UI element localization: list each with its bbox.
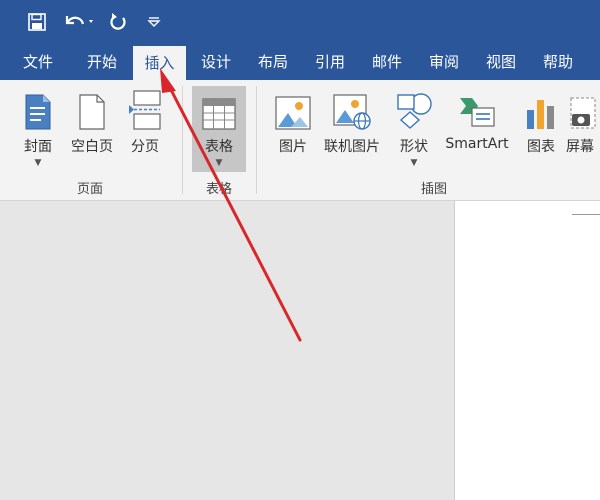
document-page[interactable] (454, 201, 600, 500)
ribbon-tabs: 文件 开始 插入 设计 布局 引用 邮件 审阅 视图 帮助 (0, 44, 600, 80)
page-break-icon (128, 86, 162, 130)
chevron-down-icon: ▼ (34, 158, 42, 168)
tab-design[interactable]: 设计 (190, 44, 242, 80)
camera-icon (566, 86, 596, 130)
table-icon (202, 86, 236, 130)
shapes-button[interactable]: 形状 ▼ (392, 86, 436, 168)
customize-dropdown-icon[interactable] (144, 10, 164, 34)
cover-page-button[interactable]: 封面 ▼ (16, 86, 60, 168)
chart-label: 图表 (527, 139, 555, 155)
cover-page-label: 封面 (24, 139, 52, 155)
table-button[interactable]: 表格 ▼ (192, 86, 246, 168)
pictures-button[interactable]: 图片 (270, 86, 316, 156)
online-pictures-button[interactable]: 联机图片 (320, 86, 384, 156)
screenshot-label: 屏幕 (566, 139, 594, 155)
tab-help[interactable]: 帮助 (532, 44, 584, 80)
tab-review[interactable]: 审阅 (418, 44, 470, 80)
group-separator (256, 86, 257, 194)
screenshot-button[interactable]: 屏幕 (566, 86, 600, 156)
chart-button[interactable]: 图表 (520, 86, 562, 156)
tab-view[interactable]: 视图 (475, 44, 527, 80)
tab-mailings[interactable]: 邮件 (361, 44, 413, 80)
pictures-label: 图片 (279, 139, 307, 155)
group-label-illustrations: 插图 (420, 182, 447, 197)
tab-home[interactable]: 开始 (76, 44, 128, 80)
picture-icon (275, 86, 311, 130)
cover-page-icon (25, 86, 51, 130)
ribbon-panel: 封面 ▼ 空白页 分页 页面 表格 ▼ 表格 图片 联机图片 形状 ▼ Smar… (0, 80, 600, 201)
tab-references[interactable]: 引用 (304, 44, 356, 80)
save-icon[interactable] (26, 10, 48, 34)
chevron-down-icon: ▼ (215, 158, 223, 168)
blank-page-button[interactable]: 空白页 (66, 86, 118, 156)
tab-layout[interactable]: 布局 (247, 44, 299, 80)
shapes-icon (395, 86, 433, 130)
chevron-down-icon: ▼ (410, 158, 418, 168)
smartart-label: SmartArt (445, 136, 509, 152)
smartart-icon (458, 86, 496, 130)
group-label-pages: 页面 (76, 182, 103, 197)
blank-page-icon (79, 86, 105, 130)
online-pictures-label: 联机图片 (324, 139, 380, 155)
margin-mark (572, 214, 600, 215)
redo-icon[interactable] (106, 10, 130, 34)
tab-insert[interactable]: 插入 (133, 46, 186, 80)
group-separator (182, 86, 183, 194)
shapes-label: 形状 (400, 139, 428, 155)
page-break-button[interactable]: 分页 (124, 86, 166, 156)
smartart-button[interactable]: SmartArt (442, 86, 512, 152)
tab-file[interactable]: 文件 (12, 44, 64, 80)
undo-icon[interactable] (62, 10, 98, 34)
online-picture-icon (333, 86, 371, 130)
blank-page-label: 空白页 (71, 139, 113, 155)
quick-access-toolbar (0, 0, 600, 44)
page-break-label: 分页 (131, 139, 159, 155)
table-label: 表格 (205, 139, 233, 155)
bar-chart-icon (524, 86, 558, 130)
group-label-tables: 表格 (205, 182, 232, 197)
